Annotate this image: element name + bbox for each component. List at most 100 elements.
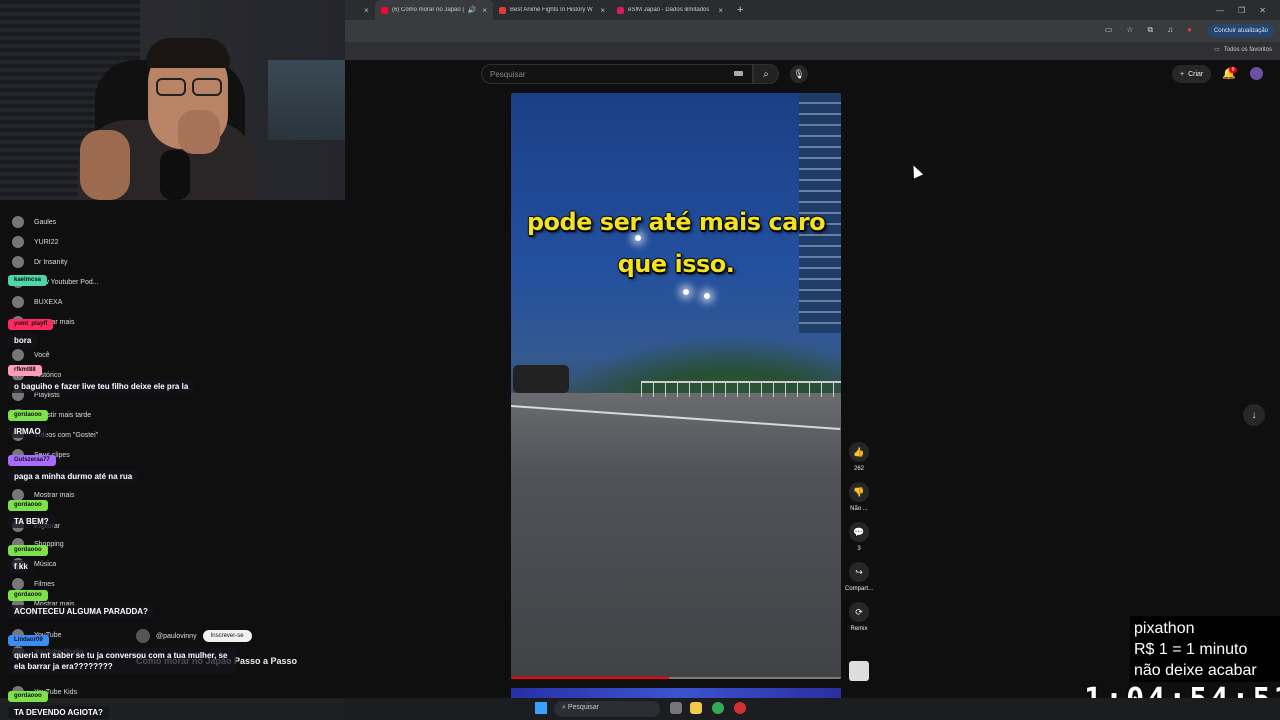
chat-text: f kk	[8, 560, 34, 573]
close-tab-icon[interactable]: ×	[600, 6, 605, 15]
sidebar-item[interactable]: YURI22	[12, 236, 59, 248]
new-tab-button[interactable]: +	[729, 4, 751, 16]
action-label: Não ...	[850, 506, 868, 512]
next-short-preview[interactable]	[511, 688, 841, 698]
short-actions: 👍 262 👎 Não ... 💬 3 ↪ Compart... ⟳ Remix	[843, 442, 875, 642]
cast-icon[interactable]: ▭	[1105, 25, 1113, 35]
chat-text: o baguiho e fazer live teu filho deixe e…	[8, 380, 195, 393]
sidebar-item-icon	[12, 236, 24, 248]
chat-text: paga a minha durmo até na rua	[8, 470, 139, 483]
chat-username: yumi_playff	[8, 319, 54, 330]
chat-username: gordaooo	[8, 410, 48, 421]
bookmark-star-icon[interactable]: ☆	[1126, 25, 1133, 35]
chat-message: kaelmcsa	[8, 268, 48, 286]
short-video-player[interactable]: pode ser até mais caro que isso.	[511, 93, 841, 679]
taskbar-search-label: Pesquisar	[567, 704, 600, 711]
sidebar-item-label: YURI22	[34, 238, 59, 246]
audio-source-thumbnail[interactable]	[849, 661, 869, 681]
glasses	[154, 78, 224, 96]
arrow-down-icon: ↓	[1251, 409, 1257, 421]
close-tab-icon[interactable]: ×	[364, 6, 369, 15]
audio-icon: 🔊	[467, 7, 477, 14]
pixathon-panel: pixathon R$ 1 = 1 minuto não deixe acaba…	[1130, 616, 1280, 682]
fence	[641, 381, 841, 397]
site-favicon-icon	[499, 6, 506, 14]
next-short-button[interactable]: ↓	[1243, 404, 1265, 426]
search-input[interactable]: Pesquisar	[481, 64, 753, 84]
profile-icon[interactable]: ●	[1187, 25, 1192, 35]
like-action[interactable]: 👍 262	[843, 442, 875, 474]
comments-icon[interactable]: 💬	[849, 522, 869, 542]
update-button[interactable]: Concluir atualização	[1207, 24, 1274, 38]
all-bookmarks[interactable]: ▭ Todos os favoritos	[1214, 46, 1272, 54]
sidebar-item[interactable]: Gaules	[12, 216, 56, 228]
tab-anime[interactable]: Best Anime Fights In History W ×	[493, 0, 611, 20]
toolbar-icons: ▭ ☆ ⧉ ♫ ●	[1105, 25, 1192, 35]
chrome-icon[interactable]	[712, 702, 724, 714]
site-favicon-icon	[617, 6, 624, 14]
address-bar: ▭ ☆ ⧉ ♫ ● Concluir atualização	[345, 20, 1280, 42]
close-tab-icon[interactable]: ×	[482, 6, 487, 15]
car	[513, 365, 569, 393]
sidebar-item-label: Gaules	[34, 218, 57, 226]
stream-chat: kaelmcsa yumi_playff bora rfkmt88 o baguiho …	[0, 260, 250, 720]
action-label: Remix	[850, 626, 868, 632]
pixathon-rate: R$ 1 = 1 minuto	[1134, 641, 1248, 658]
screen: (6) Como morar no Japão | 🔊 × Best Anime…	[0, 0, 1280, 720]
pixathon-title: pixathon	[1134, 620, 1195, 637]
tab-esim[interactable]: eSIM Japão - Dados ilimitados ×	[611, 0, 729, 20]
tab-title: Best Anime Fights In History W	[510, 7, 593, 13]
chat-username: gordaooo	[8, 545, 48, 556]
close-tab-icon[interactable]: ×	[718, 6, 723, 15]
account-avatar[interactable]	[1250, 67, 1263, 80]
chat-message: gordaooo ACONTECEU ALGUMA PARADDA?	[8, 583, 154, 619]
microphone	[160, 150, 190, 200]
dislike-action[interactable]: 👎 Não ...	[843, 482, 875, 514]
chat-text: TA BEM?	[8, 515, 55, 528]
chat-username: kaelmcsa	[8, 275, 48, 286]
tab-youtube[interactable]: (6) Como morar no Japão | 🔊 ×	[375, 0, 493, 20]
search-button[interactable]: ⌕	[753, 64, 779, 84]
chat-message: gordaooo TA DEVENDO AGIOTA?	[8, 684, 109, 720]
video-caption-line2: que isso.	[617, 250, 735, 278]
app-icon[interactable]	[734, 702, 746, 714]
all-bookmarks-label: Todos os favoritos	[1223, 46, 1272, 53]
remix-icon[interactable]: ⟳	[849, 602, 869, 622]
comments-action[interactable]: 💬 3	[843, 522, 875, 554]
share-icon[interactable]: ↪	[849, 562, 869, 582]
chat-username: gordaooo	[8, 590, 48, 601]
chat-message: yumi_playff bora	[8, 312, 54, 348]
like-icon[interactable]: 👍	[849, 442, 869, 462]
media-control-icon[interactable]: ♫	[1167, 25, 1173, 35]
sidebar-item-icon	[12, 216, 24, 228]
chat-message: Gutszeraa77 paga a minha durmo até na rua	[8, 448, 139, 484]
taskbar-search[interactable]: ⌕ Pesquisar	[554, 701, 660, 717]
task-view-icon[interactable]	[670, 702, 682, 714]
close-window-icon[interactable]: ✕	[1259, 6, 1266, 15]
mic-icon: 🎙	[793, 68, 805, 79]
chat-username: gordaooo	[8, 500, 48, 511]
notifications-badge: 9	[1229, 67, 1237, 73]
youtube-favicon-icon	[381, 6, 388, 14]
video-progress-bar[interactable]	[511, 677, 841, 679]
chat-message: gordaooo f kk	[8, 538, 48, 574]
plus-icon: +	[1180, 70, 1185, 78]
chat-text: queria mt saber se tu ja conversou com a…	[8, 648, 236, 674]
minimize-icon[interactable]: —	[1216, 6, 1224, 15]
file-explorer-icon[interactable]	[690, 702, 702, 714]
windows-start-icon[interactable]	[535, 702, 547, 714]
chat-username: rfkmt88	[8, 365, 42, 376]
voice-search-button[interactable]: 🎙	[790, 65, 808, 83]
dislike-icon[interactable]: 👎	[849, 482, 869, 502]
share-action[interactable]: ↪ Compart...	[843, 562, 875, 594]
chat-text: ACONTECEU ALGUMA PARADDA?	[8, 605, 154, 618]
remix-action[interactable]: ⟳ Remix	[843, 602, 875, 634]
create-button[interactable]: + Criar	[1172, 65, 1212, 83]
search-icon: ⌕	[763, 68, 769, 80]
chat-text: IRMAO	[8, 425, 47, 438]
extensions-icon[interactable]: ⧉	[1147, 25, 1153, 35]
action-label: 262	[853, 466, 864, 472]
road	[511, 393, 841, 679]
maximize-icon[interactable]: ❐	[1238, 6, 1245, 15]
keyboard-icon[interactable]	[734, 71, 743, 76]
